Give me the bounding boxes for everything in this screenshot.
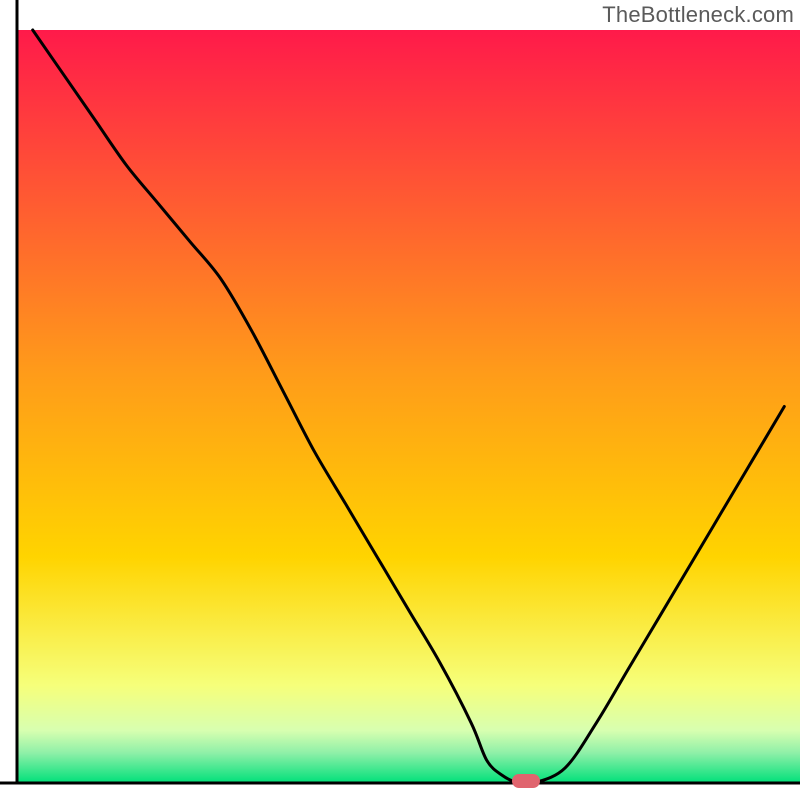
chart-svg <box>0 0 800 800</box>
bottleneck-chart: TheBottleneck.com <box>0 0 800 800</box>
watermark-text: TheBottleneck.com <box>602 2 794 28</box>
optimal-marker <box>512 774 540 788</box>
plot-background <box>17 30 800 783</box>
